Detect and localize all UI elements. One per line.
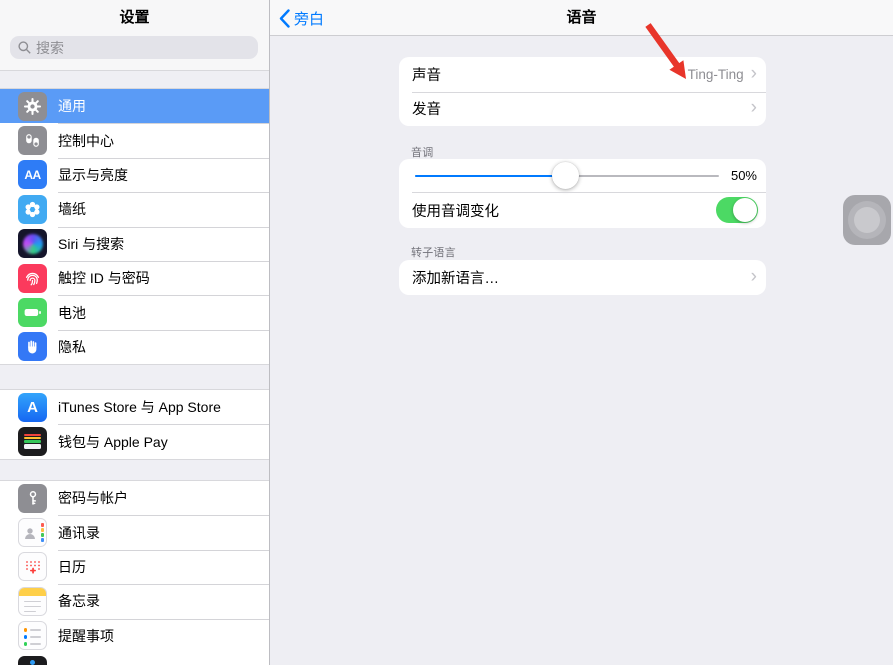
- sidebar-item-label: 通讯录: [58, 524, 100, 541]
- sidebar-group-store: A iTunes Store 与 App Store 钱包与 Apple Pay: [0, 390, 269, 459]
- reminders-icon: [18, 621, 47, 651]
- sidebar-group-accounts-apps: 密码与帐户 通讯录 日历 备忘录 提醒事项: [0, 481, 269, 653]
- add-language-row[interactable]: 添加新语言… ›: [399, 260, 766, 295]
- slider-fill: [415, 174, 566, 177]
- fingerprint-icon: [18, 263, 47, 293]
- notes-icon: [18, 586, 47, 616]
- sidebar-item-label: 备忘录: [58, 593, 100, 610]
- section-gap: [0, 70, 269, 89]
- sidebar-item-itunes-appstore[interactable]: A iTunes Store 与 App Store: [0, 390, 269, 424]
- contacts-icon: [18, 518, 47, 548]
- page-title: 语音: [566, 9, 597, 26]
- search-placeholder: 搜索: [36, 39, 64, 56]
- pitch-slider-row: 50%: [399, 159, 766, 192]
- rotor-section-header: 转子语言: [411, 247, 456, 259]
- sidebar-item-battery[interactable]: 电池: [0, 295, 269, 329]
- pitch-value: 50%: [730, 168, 757, 183]
- sidebar-item-passwords-accounts[interactable]: 密码与帐户: [0, 481, 269, 515]
- voice-row[interactable]: 声音 Ting-Ting ›: [399, 57, 766, 92]
- voice-label: 声音: [412, 67, 441, 84]
- sidebar-item-privacy[interactable]: 隐私: [0, 329, 269, 364]
- add-language-label: 添加新语言…: [412, 270, 499, 287]
- sidebar-item-label: 显示与亮度: [58, 166, 128, 183]
- sidebar-item-calendar[interactable]: 日历: [0, 549, 269, 584]
- search-input[interactable]: 搜索: [10, 36, 258, 59]
- gear-icon: [18, 91, 47, 121]
- sidebar-item-label: 日历: [58, 558, 86, 575]
- section-gap: [0, 364, 269, 390]
- chevron-right-icon: ›: [750, 97, 757, 119]
- sidebar-item-label: 通用: [58, 98, 86, 115]
- sidebar-item-label: 钱包与 Apple Pay: [58, 433, 168, 450]
- toggle-knob: [733, 198, 757, 222]
- voice-memos-partial-icon: [18, 656, 47, 665]
- settings-sidebar: 设置 搜索 通用 控制中心 AA 显示与亮度 墙纸 Siri 与搜索 触控 ID…: [0, 0, 270, 665]
- pitch-change-row: 使用音调变化: [399, 192, 766, 228]
- rotor-card: 添加新语言… ›: [399, 260, 766, 295]
- sidebar-item-label: 电池: [58, 304, 86, 321]
- app-store-icon: A: [18, 392, 47, 422]
- ipad-settings-screen: 设置 搜索 通用 控制中心 AA 显示与亮度 墙纸 Siri 与搜索 触控 ID…: [0, 0, 893, 665]
- sidebar-item-general[interactable]: 通用: [0, 89, 269, 124]
- sidebar-item-reminders[interactable]: 提醒事项: [0, 618, 269, 653]
- search-icon: [18, 41, 31, 54]
- pitch-slider[interactable]: [415, 162, 719, 189]
- key-icon: [18, 483, 47, 513]
- sidebar-item-wallet-apple-pay[interactable]: 钱包与 Apple Pay: [0, 424, 269, 458]
- pitch-change-label: 使用音调变化: [412, 203, 499, 220]
- sidebar-item-display-brightness[interactable]: AA 显示与亮度: [0, 157, 269, 192]
- sidebar-item-label: iTunes Store 与 App Store: [58, 399, 221, 416]
- sidebar-item-label: 触控 ID 与密码: [58, 270, 150, 287]
- pronunciation-label: 发音: [412, 102, 441, 119]
- wallet-icon: [18, 427, 47, 457]
- sidebar-item-label: 密码与帐户: [58, 490, 128, 507]
- sidebar-item-label: 隐私: [58, 338, 86, 355]
- sidebar-group-system: 通用 控制中心 AA 显示与亮度 墙纸 Siri 与搜索 触控 ID 与密码 电…: [0, 89, 269, 365]
- sidebar-item-label: Siri 与搜索: [58, 235, 125, 252]
- display-brightness-icon: AA: [18, 160, 47, 190]
- battery-icon: [18, 298, 47, 328]
- pitch-change-toggle[interactable]: [716, 197, 758, 223]
- sidebar-item-touch-id-passcode[interactable]: 触控 ID 与密码: [0, 260, 269, 295]
- voice-settings-pane: 旁白 语音 声音 Ting-Ting › 发音 › 音调 50% 使用音调变化 …: [270, 0, 893, 665]
- slider-thumb[interactable]: [551, 162, 579, 189]
- section-gap: [0, 459, 269, 481]
- sidebar-header: 设置 搜索: [0, 0, 269, 70]
- pitch-section-header: 音调: [411, 147, 434, 159]
- sidebar-item-label: 控制中心: [58, 132, 114, 149]
- sidebar-item-contacts[interactable]: 通讯录: [0, 515, 269, 549]
- pitch-card: 50% 使用音调变化: [399, 159, 766, 228]
- sidebar-item-notes[interactable]: 备忘录: [0, 584, 269, 618]
- control-center-icon: [18, 126, 47, 156]
- chevron-right-icon: ›: [750, 265, 757, 287]
- voice-value: Ting-Ting: [687, 66, 744, 82]
- siri-icon: [18, 229, 47, 259]
- hand-icon: [18, 332, 47, 362]
- chevron-right-icon: ›: [750, 62, 757, 84]
- sidebar-title: 设置: [119, 9, 150, 26]
- assistive-touch-button[interactable]: [843, 195, 891, 245]
- sidebar-item-label: 墙纸: [58, 201, 86, 218]
- sidebar-item-wallpaper[interactable]: 墙纸: [0, 192, 269, 226]
- voice-card: 声音 Ting-Ting › 发音 ›: [399, 57, 766, 126]
- wallpaper-icon: [18, 194, 47, 224]
- sidebar-item-control-center[interactable]: 控制中心: [0, 123, 269, 157]
- sidebar-item-label: 提醒事项: [58, 627, 114, 644]
- calendar-icon: [18, 552, 47, 582]
- pronunciation-row[interactable]: 发音 ›: [399, 91, 766, 127]
- sidebar-item-siri-search[interactable]: Siri 与搜索: [0, 226, 269, 261]
- navigation-bar: 旁白 语音: [270, 0, 893, 36]
